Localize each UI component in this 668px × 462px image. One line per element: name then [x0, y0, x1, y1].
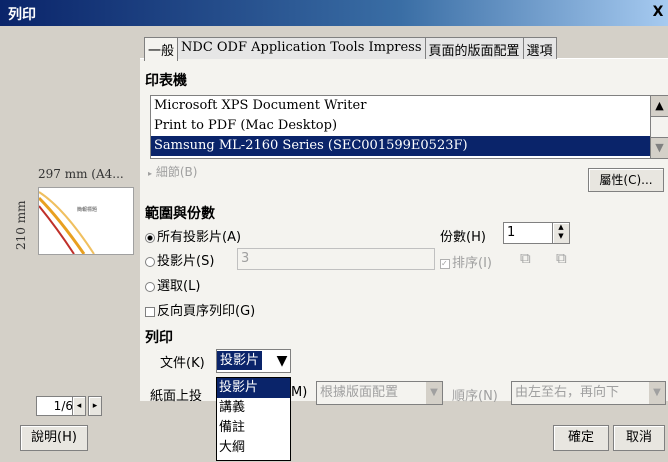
pages-per-sheet-value: 根據版面配置: [320, 385, 399, 400]
right-arrow-icon: ▸: [92, 401, 98, 411]
pages-per-sheet-select[interactable]: 根據版面配置 ▼: [316, 381, 443, 405]
tab-bar: 一般 NDC ODF Application Tools Impress 頁面的…: [144, 37, 557, 61]
range-section-title: 範圍與份數: [145, 206, 215, 222]
preview-height-label: 210 mm: [14, 200, 28, 250]
all-slides-label: 所有投影片(A): [157, 230, 242, 245]
selection-radio[interactable]: 選取(L): [145, 275, 200, 294]
close-button[interactable]: X: [650, 3, 666, 21]
printer-item[interactable]: Print to PDF (Mac Desktop): [151, 116, 651, 136]
dropdown-option[interactable]: 備註: [217, 418, 290, 438]
pages-per-sheet-label: 紙面上投: [150, 385, 202, 404]
chevron-down-icon: ▼: [649, 382, 665, 404]
printer-item-selected[interactable]: Samsung ML-2160 Series (SEC001599E0523F): [151, 136, 651, 156]
collate-label: 排序(I): [452, 256, 492, 271]
chevron-down-icon: ▼: [274, 350, 290, 372]
tab-ndc-odf[interactable]: NDC ODF Application Tools Impress: [177, 37, 426, 59]
scroll-down-icon[interactable]: ▼: [651, 137, 668, 158]
slide-title-text: 簡報標題: [77, 207, 98, 213]
reverse-order-label: 反向頁序列印(G): [157, 304, 256, 319]
copies-label: 份數(H): [440, 230, 486, 245]
document-label: 文件(K): [160, 356, 205, 371]
order-select[interactable]: 由左至右，再向下 ▼: [511, 381, 666, 405]
page-number-input[interactable]: 1/6: [36, 396, 76, 416]
checkbox-checked-icon: ✓: [440, 258, 450, 269]
next-page-button[interactable]: ▸: [88, 396, 102, 416]
spin-up-icon: ▲: [558, 223, 564, 231]
cancel-button[interactable]: 取消: [613, 425, 665, 451]
reverse-order-checkbox[interactable]: 反向頁序列印(G): [145, 300, 255, 319]
tab-page-layout[interactable]: 頁面的版面配置: [424, 37, 524, 59]
prev-page-button[interactable]: ◂: [72, 396, 86, 416]
chevron-down-icon: ▼: [426, 382, 442, 404]
checkbox-icon: [145, 306, 155, 317]
scroll-up-icon[interactable]: ▲: [651, 96, 668, 117]
properties-button[interactable]: 屬性(C)...: [588, 168, 664, 192]
help-button[interactable]: 說明(H): [20, 425, 88, 451]
uncollate-pages-icon: ⧉: [556, 249, 567, 267]
spin-down-icon: ▼: [558, 232, 564, 240]
print-section-title: 列印: [145, 330, 173, 346]
pages-per-sheet-label-text: 紙面上投: [150, 389, 203, 404]
left-arrow-icon: ◂: [76, 401, 82, 411]
dropdown-option[interactable]: 講義: [217, 398, 290, 418]
copies-input[interactable]: 1: [503, 222, 554, 244]
printer-item[interactable]: Microsoft XPS Document Writer: [151, 96, 651, 116]
dropdown-option[interactable]: 大綱: [217, 438, 290, 458]
collate-checkbox[interactable]: ✓ 排序(I): [440, 252, 492, 271]
dropdown-option-selected[interactable]: 投影片: [217, 378, 290, 398]
slide-preview: 簡報標題: [37, 187, 134, 255]
document-dropdown-list[interactable]: 投影片 講義 備註 大綱: [216, 377, 291, 461]
selection-label: 選取(L): [157, 279, 201, 294]
details-expander[interactable]: ▸ 細節(B): [148, 163, 197, 180]
order-value: 由左至右，再向下: [515, 385, 620, 400]
ok-button[interactable]: 確定: [553, 425, 609, 451]
slides-label: 投影片(S): [157, 254, 215, 269]
radio-icon: [145, 256, 155, 267]
title-bar: 列印 X: [0, 0, 668, 26]
order-label: 順序(N): [452, 389, 498, 404]
slides-range-input[interactable]: 3: [237, 248, 435, 270]
slide-thumbnail-icon: [37, 191, 95, 255]
radio-icon: [145, 281, 155, 292]
window-title: 列印: [8, 7, 36, 23]
document-select[interactable]: 投影片 ▼: [216, 349, 291, 373]
printer-list[interactable]: Microsoft XPS Document Writer Print to P…: [150, 95, 652, 159]
expander-arrow-icon: ▸: [148, 169, 153, 178]
document-select-value: 投影片: [217, 351, 263, 370]
tab-general[interactable]: 一般: [144, 37, 179, 61]
radio-selected-icon: [145, 232, 155, 243]
preview-width-label: 297 mm (A4...: [38, 167, 124, 181]
collate-pages-icon: ⧉: [520, 249, 531, 267]
slides-radio[interactable]: 投影片(S): [145, 250, 214, 269]
details-label: 細節(B): [155, 165, 198, 179]
printer-section-title: 印表機: [145, 73, 187, 89]
tab-options[interactable]: 選項: [522, 37, 557, 59]
pages-per-sheet-label-suffix: M): [291, 385, 308, 400]
copies-spinner[interactable]: ▲ ▼: [552, 222, 570, 244]
all-slides-radio[interactable]: 所有投影片(A): [145, 226, 241, 245]
printer-list-scrollbar[interactable]: ▲ ▼: [650, 95, 668, 159]
